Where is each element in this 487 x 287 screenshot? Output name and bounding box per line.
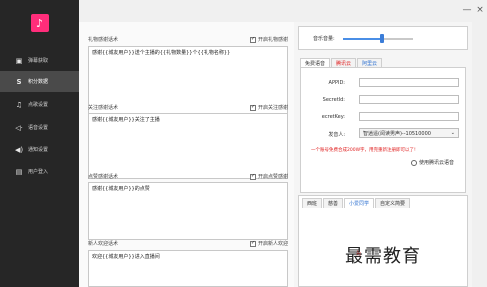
app-logo: ♪ bbox=[0, 0, 79, 46]
sidebar-item-notify[interactable]: ◀) 通知设置 bbox=[0, 139, 79, 160]
secretid-label: SecretId: bbox=[322, 97, 345, 103]
sidebar-item-label: 点歌设置 bbox=[28, 102, 49, 108]
checkbox-label: 开启新人欢迎 bbox=[257, 241, 288, 247]
follow-thanks-checkbox[interactable]: 开启关注感谢 bbox=[249, 104, 288, 111]
tab-custom[interactable]: 自定义简要 bbox=[375, 198, 411, 208]
follow-thanks-textarea[interactable]: 感谢{{城友用户}}关注了主播 bbox=[88, 113, 288, 179]
use-tencent-voice-radio[interactable]: 使用腾讯云语音 bbox=[411, 159, 454, 166]
welcome-section-header: 新人欢迎话术 开启新人欢迎 bbox=[88, 239, 288, 248]
checkbox-checked-icon bbox=[249, 36, 256, 43]
sidebar-item-points[interactable]: S 积分数据 bbox=[0, 71, 79, 92]
speaker-label: 发音人: bbox=[328, 132, 345, 138]
sidebar-item-label: 语音设置 bbox=[28, 125, 49, 131]
sidebar-item-voice[interactable]: ◁· 语音设置 bbox=[0, 117, 79, 138]
sidebar-item-label: 通知设置 bbox=[28, 147, 49, 153]
checkbox-checked-icon bbox=[249, 173, 256, 180]
voice-style-tabs: 西班 慈善 小爱同学 自定义简要 bbox=[302, 198, 411, 208]
voice-style-panel: 西班 慈善 小爱同学 自定义简要 bbox=[298, 195, 468, 287]
section-title: 礼物感谢话术 bbox=[88, 37, 119, 43]
sidebar-item-song[interactable]: ♫ 点歌设置 bbox=[0, 94, 79, 115]
close-icon[interactable]: × bbox=[474, 4, 486, 16]
section-title: 新人欢迎话术 bbox=[88, 241, 119, 247]
volume-slider-thumb[interactable] bbox=[379, 34, 384, 43]
gift-section-header: 礼物感谢话术 开启礼物感谢 bbox=[88, 35, 288, 44]
sidebar: ♪ ▣ 弹幕获取 S 积分数据 ♫ 点歌设置 ◁· 语音设置 ◀) 通知设置 ▤… bbox=[0, 0, 79, 287]
sidebar-item-label: 用户登入 bbox=[28, 169, 49, 175]
sidebar-item-label: 积分数据 bbox=[28, 79, 49, 85]
title-bar: — × bbox=[79, 0, 487, 22]
appid-input[interactable] bbox=[359, 78, 459, 87]
sidebar-item-label: 弹幕获取 bbox=[28, 58, 49, 64]
chevron-down-icon: ⌄ bbox=[450, 130, 455, 136]
checkbox-label: 开启关注感谢 bbox=[257, 105, 288, 111]
music-logo-icon: ♪ bbox=[30, 14, 49, 32]
appid-label: APPID: bbox=[328, 80, 345, 86]
volume-label: 音乐音量: bbox=[313, 36, 335, 42]
checkbox-checked-icon bbox=[249, 240, 256, 247]
checkbox-label: 开启点赞感谢 bbox=[257, 174, 288, 180]
sidebar-item-login[interactable]: ▤ 用户登入 bbox=[0, 161, 79, 182]
secretkey-input[interactable] bbox=[359, 112, 459, 121]
checkbox-checked-icon bbox=[249, 104, 256, 111]
thanks-settings-panel: 礼物感谢话术 开启礼物感谢 感谢{{城友用户}}送个主播的{{礼物数量}}个{{… bbox=[79, 22, 294, 287]
login-card-icon: ▤ bbox=[15, 167, 23, 176]
section-title: 关注感谢话术 bbox=[88, 105, 119, 111]
free-quota-warning: 一个账号免费合成200W字，用完重新注册即可以了! bbox=[311, 148, 416, 153]
radio-icon bbox=[411, 159, 417, 166]
like-thanks-checkbox[interactable]: 开启点赞感谢 bbox=[249, 173, 288, 180]
volume-slider-fill bbox=[343, 38, 382, 40]
speaker-select-value: 智逍遥(阅读男声)--10510000 bbox=[363, 130, 431, 137]
like-thanks-textarea[interactable]: 感谢{{城友用户}}的点赞 bbox=[88, 182, 288, 240]
checkbox-label: 开启礼物感谢 bbox=[257, 37, 288, 43]
tab-voice-style-1[interactable]: 西班 bbox=[302, 198, 323, 208]
voice-config-panel: APPID: SecretId: ecretKey: 发音人: 智逍遥(阅读男声… bbox=[300, 67, 466, 193]
welcome-textarea[interactable]: 欢迎{{城友用户}}进入直播间 bbox=[88, 250, 288, 287]
sidebar-item-danmu[interactable]: ▣ 弹幕获取 bbox=[0, 50, 79, 71]
welcome-checkbox[interactable]: 开启新人欢迎 bbox=[249, 240, 288, 247]
like-section-header: 点赞感谢话术 开启点赞感谢 bbox=[88, 172, 288, 181]
section-title: 点赞感谢话术 bbox=[88, 174, 119, 180]
speaker-icon: ◀) bbox=[14, 145, 24, 154]
volume-panel: 音乐音量: bbox=[298, 26, 468, 50]
monitor-icon: ▣ bbox=[15, 56, 23, 65]
follow-section-header: 关注感谢话术 开启关注感谢 bbox=[88, 103, 288, 112]
tab-voice-style-2[interactable]: 慈善 bbox=[323, 198, 344, 208]
music-note-icon: ♫ bbox=[15, 100, 23, 109]
radio-label: 使用腾讯云语音 bbox=[419, 160, 455, 166]
gift-thanks-checkbox[interactable]: 开启礼物感谢 bbox=[249, 36, 288, 43]
s-letter-icon: S bbox=[16, 77, 22, 86]
secretid-input[interactable] bbox=[359, 95, 459, 104]
watermark-text: 最需教育 bbox=[345, 246, 421, 267]
secretkey-label: ecretKey: bbox=[321, 114, 345, 120]
voice-icon: ◁· bbox=[15, 123, 23, 132]
tab-xiaoai[interactable]: 小爱同学 bbox=[344, 198, 375, 208]
minimize-icon[interactable]: — bbox=[461, 4, 473, 16]
speaker-select[interactable]: 智逍遥(阅读男声)--10510000 ⌄ bbox=[359, 128, 459, 138]
